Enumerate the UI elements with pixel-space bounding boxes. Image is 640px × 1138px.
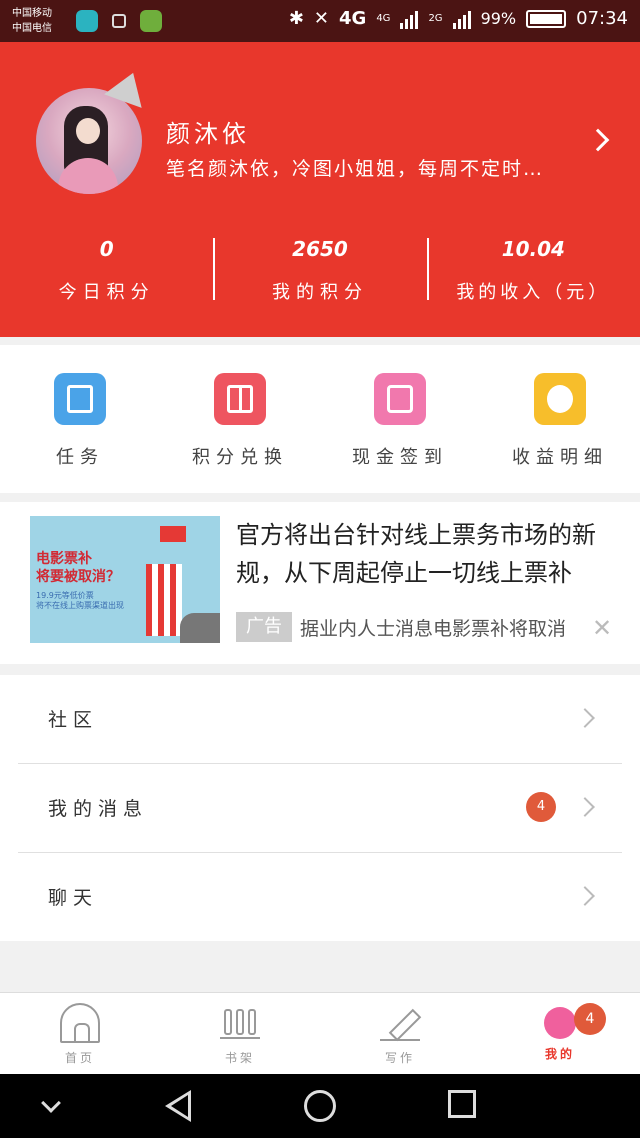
bookshelf-icon: [220, 1003, 260, 1043]
chevron-right-icon: [575, 708, 595, 728]
tab-label: 写作: [384, 1051, 415, 1065]
avatar[interactable]: [36, 88, 142, 194]
ad-image-line4: 将不在线上购票渠道出现: [36, 601, 124, 610]
recent-apps-icon[interactable]: [448, 1090, 476, 1118]
back-icon[interactable]: [165, 1090, 191, 1122]
nickname: 颜沐依: [166, 120, 250, 148]
heart-envelope-icon: [374, 373, 426, 425]
battery-percent: 99%: [480, 9, 517, 28]
stat-value: 2650: [292, 237, 348, 261]
tab-label: 我的: [544, 1047, 575, 1061]
bottom-tab-bar: 首页 书架 写作 我的 4: [0, 992, 640, 1074]
quick-action-label: 现金签到: [352, 447, 448, 468]
tab-label: 首页: [64, 1051, 95, 1065]
task-icon: [54, 373, 106, 425]
stat-label: 今日积分: [58, 282, 155, 303]
home-icon: [60, 1003, 100, 1043]
quick-action-checkin[interactable]: 现金签到: [320, 345, 480, 493]
menu-item-chat[interactable]: 聊天: [18, 853, 622, 942]
profile-icon: [544, 1007, 576, 1039]
tab-bookshelf[interactable]: 书架: [160, 993, 320, 1074]
profile-header[interactable]: 颜沐依 笔名颜沐依，冷图小姐姐，每周不定时… 0 今日积分 2650 我的积分 …: [0, 42, 640, 337]
piggy-face-icon: [534, 373, 586, 425]
moon-app-icon: [76, 10, 98, 32]
quick-action-task[interactable]: 任务: [0, 345, 160, 493]
carrier-1: 中国移动: [12, 8, 52, 19]
quick-action-label: 任务: [56, 447, 104, 468]
ad-image-line2: 将要被取消？: [36, 569, 120, 585]
menu-item-community[interactable]: 社区: [18, 675, 622, 764]
ad-tag: 广告: [236, 612, 292, 642]
stat-value: 10.04: [501, 237, 565, 261]
network-2g-label: 2G: [428, 13, 443, 24]
tab-write[interactable]: 写作: [320, 993, 480, 1074]
mute-icon: ✕: [313, 8, 329, 29]
stat-my-income[interactable]: 10.04 我的收入（元）: [426, 232, 640, 303]
menu-item-label: 我的消息: [48, 798, 149, 820]
chevron-right-icon[interactable]: [586, 128, 610, 152]
quick-action-label: 收益明细: [512, 447, 608, 468]
chevron-right-icon: [575, 886, 595, 906]
network-4g: 4G: [339, 8, 367, 29]
play-icon: [180, 613, 220, 643]
stat-my-points[interactable]: 2650 我的积分: [213, 232, 426, 303]
ad-image-line1: 电影票补: [36, 551, 92, 567]
stat-value: 0: [99, 237, 114, 261]
chevron-right-icon: [575, 797, 595, 817]
close-icon[interactable]: ✕: [592, 614, 612, 642]
quick-actions: 任务 积分兑换 现金签到 收益明细: [0, 345, 640, 493]
menu-item-label: 社区: [48, 709, 99, 731]
carrier-info: 中国移动 中国电信: [12, 6, 52, 36]
signal-icon: [400, 9, 419, 29]
signature: 笔名颜沐依，冷图小姐姐，每周不定时…: [166, 158, 545, 180]
stats-row: 0 今日积分 2650 我的积分 10.04 我的收入（元）: [0, 232, 640, 303]
tab-label: 书架: [224, 1051, 255, 1065]
tab-home[interactable]: 首页: [0, 993, 160, 1074]
ad-title[interactable]: 官方将出台针对线上票务市场的新规，从下周起停止一切线上票补: [236, 516, 616, 592]
app-notification-icon: [140, 10, 162, 32]
chevron-down-icon[interactable]: [41, 1093, 61, 1113]
clock: 07:34: [576, 8, 628, 29]
battery-icon: [526, 9, 567, 28]
ad-banner[interactable]: 电影票补 将要被取消？ 19.9元等低价票 将不在线上购票渠道出现 官方将出台针…: [0, 502, 640, 664]
status-bar: 中国移动 中国电信 ✱ ✕ 4G 4G 2G 99% 07:34: [0, 0, 640, 42]
popcorn-icon: [146, 564, 182, 636]
bluetooth-icon: ✱: [288, 8, 304, 29]
quick-action-redeem[interactable]: 积分兑换: [160, 345, 320, 493]
carrier-2: 中国电信: [12, 23, 52, 34]
tab-badge: 4: [574, 1003, 606, 1035]
quick-action-label: 积分兑换: [192, 447, 288, 468]
menu-list: 社区 我的消息 4 聊天: [0, 675, 640, 941]
bag-app-icon: [112, 14, 126, 28]
pen-icon: [380, 1003, 420, 1043]
ad-image[interactable]: 电影票补 将要被取消？ 19.9元等低价票 将不在线上购票渠道出现: [30, 516, 220, 643]
signal-icon-2: [452, 9, 471, 29]
gift-icon: [214, 373, 266, 425]
stat-label: 我的收入（元）: [456, 282, 611, 303]
stat-today-points[interactable]: 0 今日积分: [0, 232, 213, 303]
menu-item-messages[interactable]: 我的消息 4: [18, 764, 622, 853]
flag-icon: [160, 526, 186, 542]
quick-action-earnings[interactable]: 收益明细: [480, 345, 640, 493]
unread-badge: 4: [526, 792, 556, 822]
network-4g-label: 4G: [376, 13, 391, 24]
system-nav-bar: [0, 1074, 640, 1138]
home-button-icon[interactable]: [304, 1090, 336, 1122]
ad-description: 据业内人士消息电影票补将取消: [300, 618, 567, 640]
stat-label: 我的积分: [271, 282, 368, 303]
tab-mine[interactable]: 我的 4: [480, 993, 640, 1074]
menu-item-label: 聊天: [48, 887, 99, 909]
